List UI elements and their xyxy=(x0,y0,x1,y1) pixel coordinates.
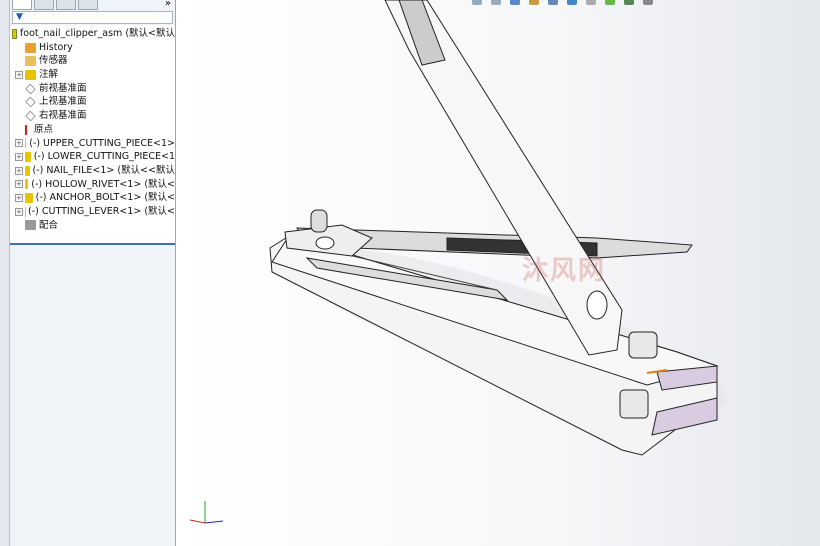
panel-tabs: » xyxy=(10,0,175,10)
tree-item-label: 前视基准面 xyxy=(39,82,87,94)
sensor-icon xyxy=(25,56,36,67)
left-toolbar-strip xyxy=(0,0,10,546)
tree-item[interactable]: History xyxy=(10,41,175,55)
expand-toggle[interactable]: + xyxy=(15,194,23,203)
tree-item-label: 注解 xyxy=(39,69,59,81)
tree-item-label: (-) NAIL_FILE<1> (默认<<默认 xyxy=(32,164,175,176)
expand-toggle xyxy=(15,85,23,93)
tree-item-label: 配合 xyxy=(39,219,59,231)
filter-button[interactable]: ▼ xyxy=(12,11,173,24)
expand-toggle xyxy=(15,57,23,65)
feature-manager-panel: » ▼ foot_nail_clipper_asm (默认<默认 History… xyxy=(10,0,176,546)
tree-item-label: 上视基准面 xyxy=(39,96,87,108)
tree-root-label: foot_nail_clipper_asm (默认<默认 xyxy=(19,28,175,39)
tree-item[interactable]: 传感器 xyxy=(10,54,175,68)
expand-toggle xyxy=(15,126,23,134)
tree-item-label: 原点 xyxy=(34,123,54,135)
tree-item-label: (-) ANCHOR_BOLT<1> (默认< xyxy=(35,192,175,204)
tree-item[interactable]: + (-) UPPER_CUTTING_PIECE<1> xyxy=(10,137,175,151)
tree-item[interactable]: 右视基准面 xyxy=(10,109,175,123)
tree-item[interactable]: 前视基准面 xyxy=(10,82,175,96)
tree-item-label: (-) CUTTING_LEVER<1> (默认< xyxy=(28,205,175,217)
expand-toggle[interactable]: + xyxy=(15,153,23,162)
tree-item-label: History xyxy=(39,41,73,53)
part-icon xyxy=(24,179,29,190)
mates-icon xyxy=(25,220,36,231)
tree-item[interactable]: 配合 xyxy=(10,219,175,233)
tree-item-label: (-) UPPER_CUTTING_PIECE<1> xyxy=(29,137,175,149)
expand-toggle xyxy=(15,112,23,120)
expand-toggle[interactable]: + xyxy=(15,139,23,148)
tree-item[interactable]: 原点 xyxy=(10,123,175,137)
tree-item-label: (-) HOLLOW_RIVET<1> (默认< xyxy=(31,178,175,190)
expand-toggle[interactable]: + xyxy=(15,207,23,216)
expand-toggle xyxy=(15,44,23,52)
tree-item-label: (-) LOWER_CUTTING_PIECE<1 xyxy=(33,151,175,163)
annotation-icon xyxy=(25,69,36,80)
plane-icon xyxy=(25,97,36,108)
expand-toggle[interactable]: + xyxy=(15,166,23,175)
tab-display-manager[interactable] xyxy=(78,0,98,10)
plane-icon xyxy=(25,83,36,94)
tree-item-label: 传感器 xyxy=(39,55,68,67)
origin-icon xyxy=(25,124,31,135)
tab-property-manager[interactable] xyxy=(34,0,54,10)
tree-item[interactable]: 上视基准面 xyxy=(10,95,175,109)
assembly-icon xyxy=(12,28,17,39)
plane-icon xyxy=(25,110,36,122)
watermark: 沐风网 xyxy=(522,256,607,286)
tab-feature-manager[interactable] xyxy=(12,0,32,10)
feature-tree: foot_nail_clipper_asm (默认<默认 History 传感器 +… xyxy=(10,25,175,245)
more-tabs-button[interactable]: » xyxy=(165,0,171,9)
history-icon xyxy=(25,42,36,53)
tab-configuration-manager[interactable] xyxy=(56,0,76,10)
tree-root[interactable]: foot_nail_clipper_asm (默认<默认 xyxy=(10,27,175,41)
tree-item[interactable]: + 注解 xyxy=(10,68,175,82)
part-icon xyxy=(24,138,27,149)
tree-item[interactable]: + (-) ANCHOR_BOLT<1> (默认< xyxy=(10,191,175,205)
expand-toggle xyxy=(15,98,23,106)
expand-toggle xyxy=(15,221,23,229)
graphics-viewport[interactable]: 沐风网 xyxy=(177,0,820,546)
expand-toggle[interactable]: + xyxy=(15,180,23,189)
part-icon xyxy=(24,152,31,163)
expand-toggle[interactable]: + xyxy=(15,70,23,79)
axis-triad xyxy=(189,501,224,524)
tree-item[interactable]: + (-) NAIL_FILE<1> (默认<<默认 xyxy=(10,164,175,178)
nail-clipper-model xyxy=(269,0,727,456)
tree-item[interactable]: + (-) CUTTING_LEVER<1> (默认< xyxy=(10,205,175,219)
part-icon xyxy=(24,193,33,204)
tree-item[interactable]: + (-) HOLLOW_RIVET<1> (默认< xyxy=(10,178,175,192)
tree-item-label: 右视基准面 xyxy=(39,110,87,122)
part-icon xyxy=(24,165,30,176)
tree-item[interactable]: + (-) LOWER_CUTTING_PIECE<1 xyxy=(10,150,175,164)
